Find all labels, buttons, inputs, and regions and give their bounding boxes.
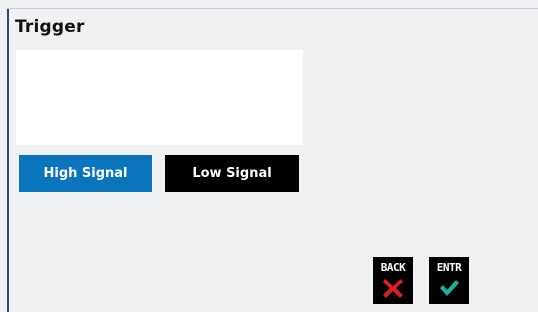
enter-button[interactable]: ENTR [429,257,469,304]
enter-label: ENTR [436,261,462,274]
trigger-screen: Trigger High Signal Low Signal BACK ENTR [0,0,538,312]
back-label: BACK [380,261,406,274]
frame-border-top [7,8,538,9]
high-signal-button[interactable]: High Signal [19,155,152,192]
checkmark-icon [440,280,459,296]
low-signal-button[interactable]: Low Signal [165,155,299,192]
high-signal-label: High Signal [43,166,128,181]
x-icon [383,279,403,298]
page-title: Trigger [15,17,85,37]
low-signal-label: Low Signal [192,166,272,181]
signal-display-area [16,50,303,145]
back-button[interactable]: BACK [373,257,413,304]
frame-border-left [7,8,9,312]
